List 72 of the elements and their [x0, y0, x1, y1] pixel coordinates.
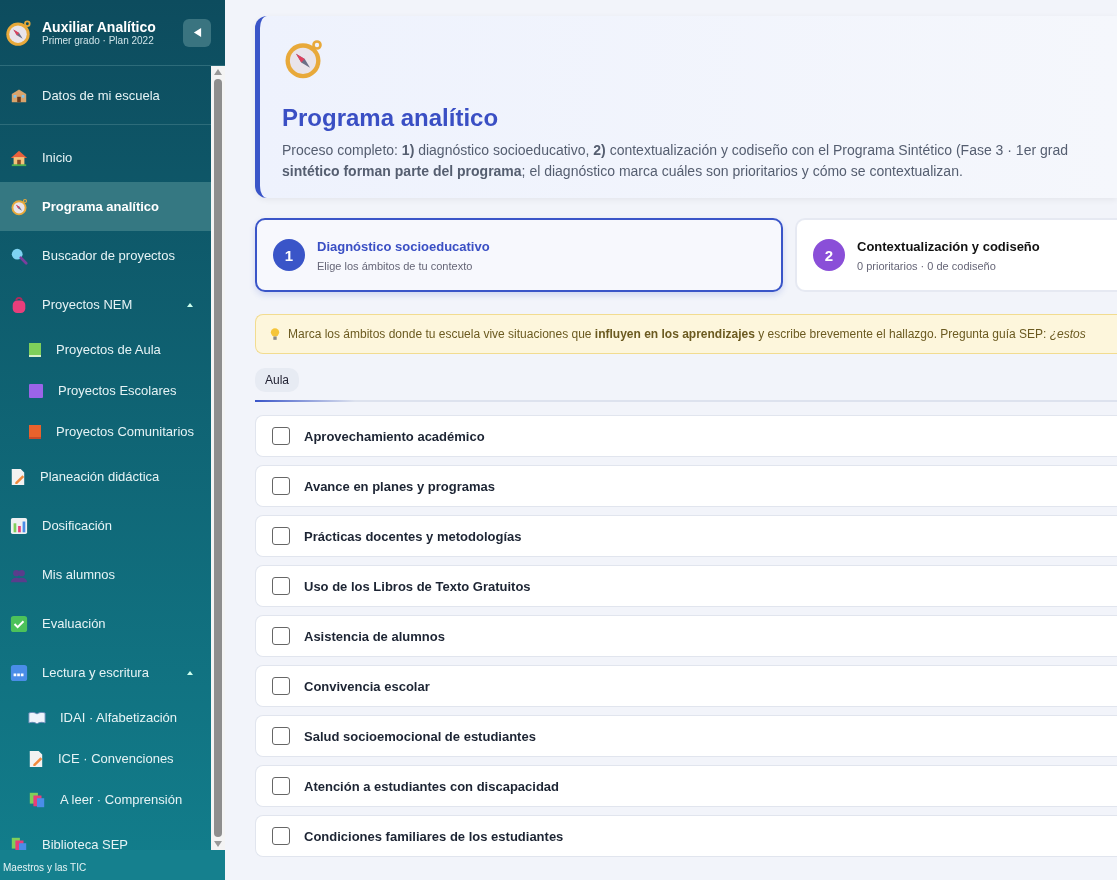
sidebar-item[interactable]: Evaluación	[0, 599, 211, 648]
checkbox[interactable]	[272, 677, 290, 695]
checkbox-row[interactable]: Aprovechamiento académico	[255, 415, 1117, 457]
sidebar-item[interactable]: Programa analítico	[0, 182, 211, 231]
sidebar-item[interactable]: Biblioteca SEP	[0, 820, 211, 850]
checkbox[interactable]	[272, 727, 290, 745]
checkbox-row[interactable]: Condiciones familiares de los estudiantes	[255, 815, 1117, 857]
checkbox[interactable]	[272, 477, 290, 495]
sidebar-item[interactable]: IDAI · Alfabetización	[0, 697, 211, 738]
sidebar-item[interactable]: Proyectos NEM	[0, 280, 211, 329]
checkbox-row[interactable]: Atención a estudiantes con discapacidad	[255, 765, 1117, 807]
step-number: 2	[813, 239, 845, 271]
sidebar-item[interactable]: Planeación didáctica	[0, 452, 211, 501]
memo-icon	[10, 467, 26, 486]
open-book-icon	[28, 711, 46, 724]
memo-icon	[28, 749, 44, 768]
collapse-button[interactable]	[183, 18, 211, 47]
checkbox-row[interactable]: Salud socioemocional de estudiantes	[255, 715, 1117, 757]
scroll-up-icon[interactable]	[214, 69, 222, 75]
page-title: Programa analítico	[282, 104, 500, 132]
house-icon	[10, 148, 28, 167]
checkbox[interactable]	[272, 427, 290, 445]
step-subtitle: 0 prioritarios · 0 de codiseño	[857, 259, 997, 272]
step-tab[interactable]: 2 Contextualización y codiseño 0 prioritarios · 0 de codiseño	[795, 218, 1117, 292]
step-tab[interactable]: 1 Diagnóstico socioeducativo Elige los ámbitos de tu contexto	[255, 218, 783, 292]
sidebar-item[interactable]: Lectura y escritura	[0, 648, 211, 697]
checkbox[interactable]	[272, 777, 290, 795]
checkbox-row[interactable]: Uso de los Libros de Texto Gratuitos	[255, 565, 1117, 607]
checkbox[interactable]	[272, 627, 290, 645]
sidebar-item[interactable]: Buscador de proyectos	[0, 231, 211, 280]
checkbox-row[interactable]: Prácticas docentes y metodologías	[255, 515, 1117, 557]
abc-icon	[10, 663, 28, 682]
checkbox[interactable]	[272, 827, 290, 845]
lightbulb-icon	[270, 327, 280, 341]
search-icon	[10, 246, 28, 265]
app-subtitle: Primer grado · Plan 2022	[42, 35, 155, 46]
sidebar-item[interactable]: Proyectos Comunitarios	[0, 411, 211, 452]
step-title: Contextualización y codiseño	[857, 238, 1040, 254]
description-text: sintético forman parte del programa; el diagnóstico marca cuáles son prioritarios y cómo se contextualizan.	[282, 162, 964, 181]
books-icon	[28, 790, 46, 809]
book-icon	[28, 423, 42, 440]
backpack-icon	[10, 295, 28, 314]
left-triangle-icon	[192, 27, 202, 38]
scrollbar[interactable]	[211, 66, 225, 850]
app-title: Auxiliar Analítico	[42, 19, 157, 35]
sidebar-item[interactable]: Dosificación	[0, 501, 211, 550]
step-title: Diagnóstico socioeducativo	[317, 238, 490, 254]
checkbox-row[interactable]: Convivencia escolar	[255, 665, 1117, 707]
compass-icon	[10, 197, 28, 216]
scroll-down-icon[interactable]	[214, 841, 222, 847]
checkbox-row[interactable]: Asistencia de alumnos	[255, 615, 1117, 657]
sidebar-item[interactable]: Proyectos de Aula	[0, 329, 211, 370]
checkmark-icon	[10, 614, 28, 633]
sidebar-item[interactable]: Mis alumnos	[0, 550, 211, 599]
sidebar-item[interactable]: Inicio	[0, 133, 211, 182]
checkbox[interactable]	[272, 527, 290, 545]
checkbox-row[interactable]: Avance en planes y programas	[255, 465, 1117, 507]
bar-chart-icon	[10, 516, 28, 535]
book-icon	[28, 341, 42, 358]
sidebar-item[interactable]: A leer · Comprensión	[0, 779, 211, 820]
hint-text: Marca los ámbitos donde tu escuela vive situaciones que influyen en los aprendizajes y escribe brevemente el hallazgo. Pregunta guía SEP: ¿estos	[288, 327, 1086, 341]
compass-icon	[4, 18, 32, 47]
square-icon	[28, 382, 44, 399]
description-text: Proceso completo: 1) diagnóstico socioeducativo, 2) contextualización y codiseño con el Programa Sintético (Fase 3 · 1er grad	[282, 141, 1069, 160]
checkbox[interactable]	[272, 577, 290, 595]
books-icon	[10, 835, 28, 850]
tab[interactable]: Aula	[255, 368, 300, 392]
sidebar-item[interactable]: ICE · Convenciones	[0, 738, 211, 779]
scroll-thumb[interactable]	[214, 79, 222, 837]
sidebar-item[interactable]: Proyectos Escolares	[0, 370, 211, 411]
step-subtitle: Elige los ámbitos de tu contexto	[317, 259, 474, 272]
step-number: 1	[273, 239, 305, 271]
